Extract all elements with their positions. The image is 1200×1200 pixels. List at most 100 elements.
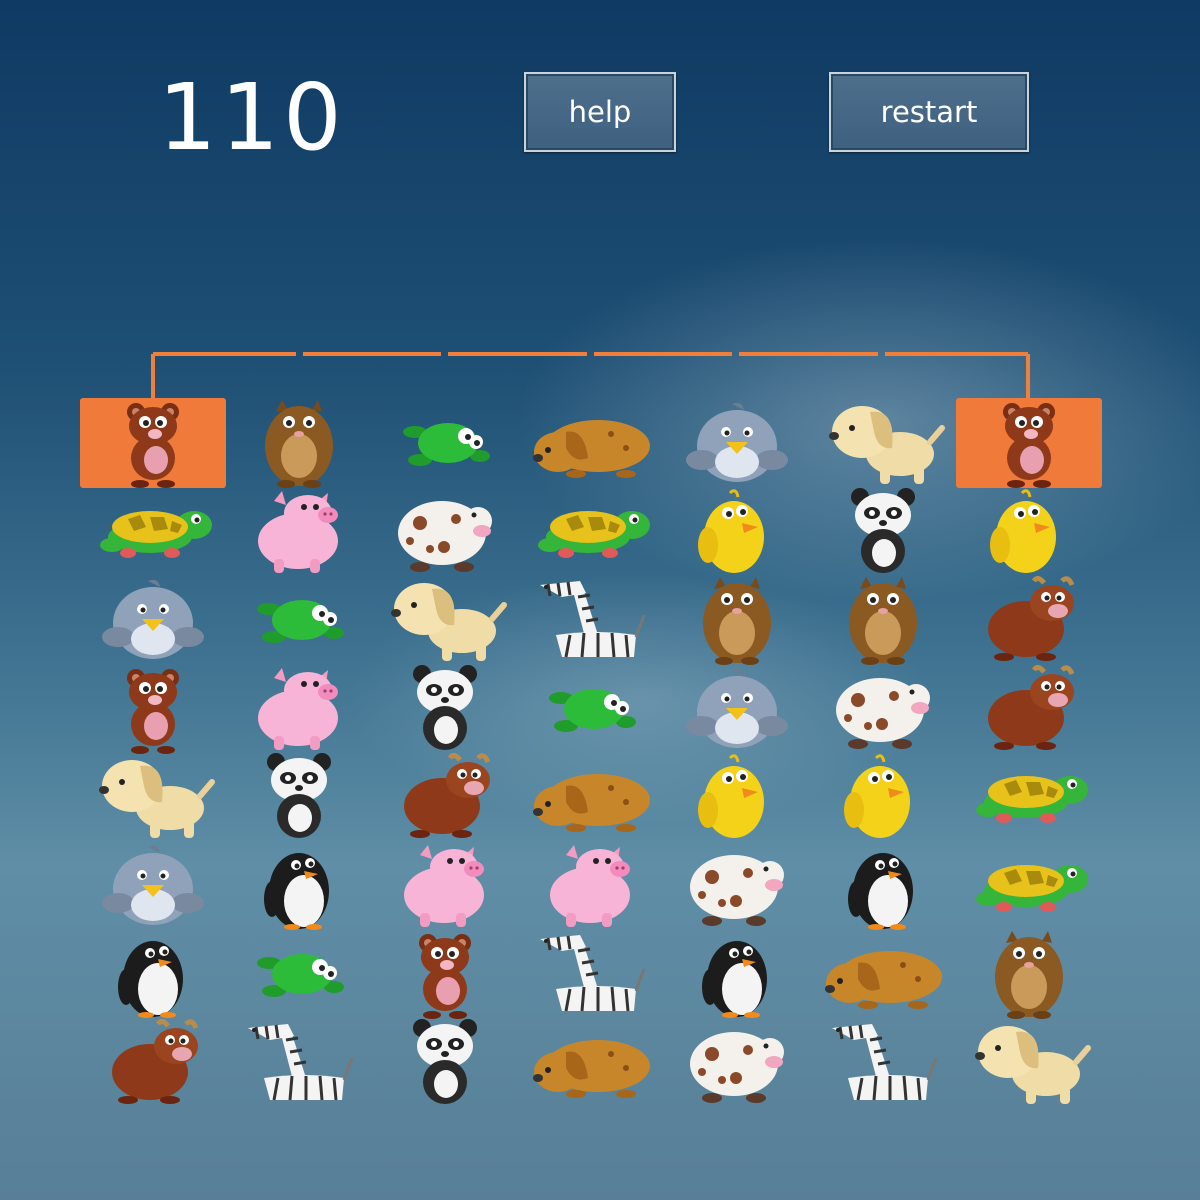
bear-icon	[964, 398, 1094, 488]
dog-lying-icon	[526, 752, 656, 842]
tile-zebra[interactable]	[810, 1018, 956, 1108]
tile-chick[interactable]	[956, 487, 1102, 577]
tile-dog-lying[interactable]	[518, 1018, 664, 1108]
dog-lying-icon	[818, 929, 948, 1019]
bull-icon	[964, 664, 1094, 754]
bear-icon	[380, 929, 510, 1019]
cow-icon	[672, 1018, 802, 1108]
tile-bird[interactable]	[664, 664, 810, 754]
tile-zebra[interactable]	[518, 929, 664, 1019]
tile-zebra[interactable]	[518, 575, 664, 665]
tile-frog[interactable]	[372, 398, 518, 488]
frog-icon	[380, 398, 510, 488]
zebra-icon	[818, 1018, 948, 1108]
dog-lying-icon	[526, 398, 656, 488]
dog-icon	[818, 398, 948, 488]
tile-frog[interactable]	[226, 575, 372, 665]
tile-dog-lying[interactable]	[810, 929, 956, 1019]
tile-dog[interactable]	[810, 398, 956, 488]
turtle-icon	[964, 841, 1094, 931]
pig-icon	[234, 487, 364, 577]
hamster-icon	[964, 929, 1094, 1019]
tile-frog[interactable]	[226, 929, 372, 1019]
cow-icon	[380, 487, 510, 577]
panda-icon	[380, 1018, 510, 1108]
dog-icon	[88, 752, 218, 842]
tile-bear[interactable]	[372, 929, 518, 1019]
bird-icon	[88, 575, 218, 665]
tile-penguin[interactable]	[810, 841, 956, 931]
tile-hamster[interactable]	[810, 575, 956, 665]
tile-panda[interactable]	[372, 664, 518, 754]
penguin-icon	[818, 841, 948, 931]
zebra-icon	[234, 1018, 364, 1108]
pig-icon	[234, 664, 364, 754]
tile-turtle[interactable]	[518, 487, 664, 577]
chick-icon	[818, 752, 948, 842]
tile-cow[interactable]	[372, 487, 518, 577]
frog-icon	[234, 929, 364, 1019]
tile-bull[interactable]	[372, 752, 518, 842]
tile-bull[interactable]	[956, 664, 1102, 754]
tile-bird[interactable]	[664, 398, 810, 488]
tile-chick[interactable]	[664, 752, 810, 842]
tile-hamster[interactable]	[664, 575, 810, 665]
cow-icon	[672, 841, 802, 931]
tile-cow[interactable]	[810, 664, 956, 754]
bird-icon	[88, 841, 218, 931]
pig-icon	[526, 841, 656, 931]
bear-icon	[88, 664, 218, 754]
panda-icon	[234, 752, 364, 842]
tile-bear[interactable]	[956, 398, 1102, 488]
hamster-icon	[672, 575, 802, 665]
frog-icon	[234, 575, 364, 665]
tile-turtle[interactable]	[956, 752, 1102, 842]
tile-dog[interactable]	[956, 1018, 1102, 1108]
tile-panda[interactable]	[372, 1018, 518, 1108]
zebra-icon	[526, 929, 656, 1019]
bull-icon	[964, 575, 1094, 665]
tile-penguin[interactable]	[226, 841, 372, 931]
tile-bird[interactable]	[80, 841, 226, 931]
tile-frog[interactable]	[518, 664, 664, 754]
tile-turtle[interactable]	[80, 487, 226, 577]
penguin-icon	[234, 841, 364, 931]
hamster-icon	[234, 398, 364, 488]
tile-bear[interactable]	[80, 398, 226, 488]
game-board	[80, 398, 1102, 1120]
tile-pig[interactable]	[372, 841, 518, 931]
tile-cow[interactable]	[664, 841, 810, 931]
tile-cow[interactable]	[664, 1018, 810, 1108]
tile-pig[interactable]	[226, 487, 372, 577]
penguin-icon	[672, 929, 802, 1019]
dog-lying-icon	[526, 1018, 656, 1108]
tile-dog[interactable]	[80, 752, 226, 842]
tile-turtle[interactable]	[956, 841, 1102, 931]
bird-icon	[672, 664, 802, 754]
tile-pig[interactable]	[226, 664, 372, 754]
tile-dog-lying[interactable]	[518, 398, 664, 488]
dog-icon	[380, 575, 510, 665]
tile-chick[interactable]	[664, 487, 810, 577]
help-button[interactable]: help	[524, 72, 676, 152]
tile-panda[interactable]	[810, 487, 956, 577]
tile-bull[interactable]	[80, 1018, 226, 1108]
tile-panda[interactable]	[226, 752, 372, 842]
tile-penguin[interactable]	[664, 929, 810, 1019]
tile-bull[interactable]	[956, 575, 1102, 665]
tile-penguin[interactable]	[80, 929, 226, 1019]
tile-hamster[interactable]	[956, 929, 1102, 1019]
tile-dog-lying[interactable]	[518, 752, 664, 842]
bird-icon	[672, 398, 802, 488]
tile-chick[interactable]	[810, 752, 956, 842]
tile-hamster[interactable]	[226, 398, 372, 488]
hamster-icon	[818, 575, 948, 665]
tile-pig[interactable]	[518, 841, 664, 931]
turtle-icon	[964, 752, 1094, 842]
tile-dog[interactable]	[372, 575, 518, 665]
tile-bird[interactable]	[80, 575, 226, 665]
restart-button[interactable]: restart	[829, 72, 1029, 152]
tile-zebra[interactable]	[226, 1018, 372, 1108]
bull-icon	[88, 1018, 218, 1108]
tile-bear[interactable]	[80, 664, 226, 754]
